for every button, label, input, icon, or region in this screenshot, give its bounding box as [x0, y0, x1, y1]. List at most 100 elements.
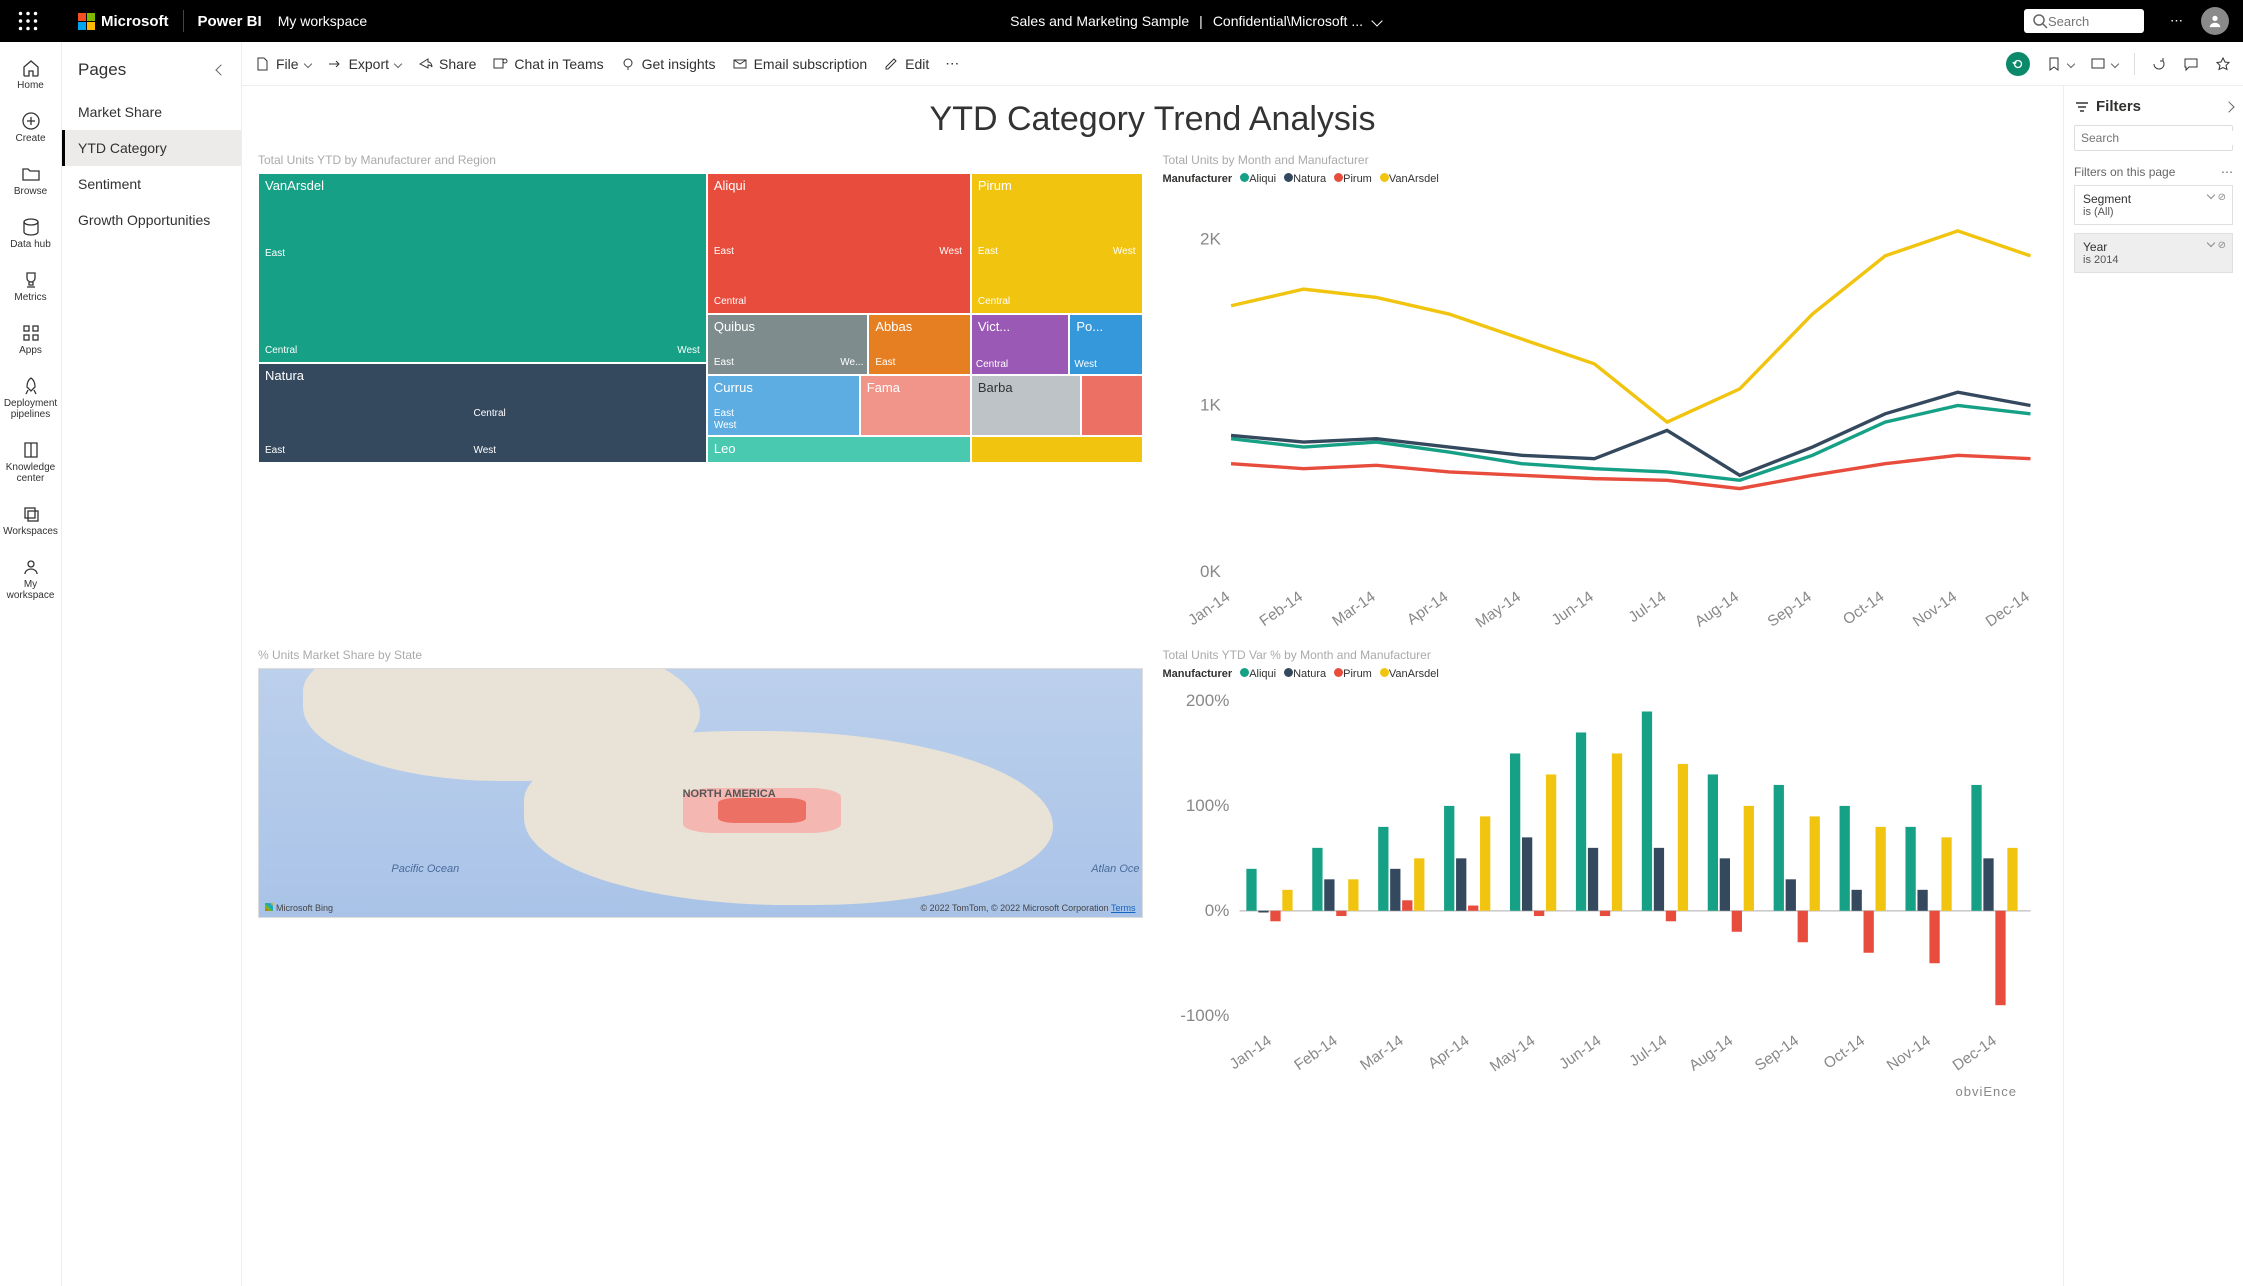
- pages-header: Pages: [78, 60, 126, 80]
- view-icon: [2090, 56, 2106, 72]
- user-avatar[interactable]: [2201, 7, 2229, 35]
- collapse-filters-icon[interactable]: [2223, 101, 2234, 112]
- svg-text:Feb-14: Feb-14: [1291, 1032, 1341, 1074]
- title-separator: |: [1199, 13, 1203, 29]
- nav-myworkspace[interactable]: My workspace: [0, 551, 61, 607]
- book-icon: [21, 440, 41, 460]
- workspace-breadcrumb[interactable]: My workspace: [278, 13, 367, 29]
- map-visual[interactable]: NORTH AMERICA Pacific Ocean Atlan Oce Mi…: [258, 668, 1143, 918]
- filter-search[interactable]: [2074, 125, 2233, 151]
- nav-home[interactable]: Home: [0, 52, 61, 97]
- email-button[interactable]: Email subscription: [732, 56, 868, 72]
- page-tab-growth-opportunities[interactable]: Growth Opportunities: [62, 202, 241, 238]
- nav-workspaces[interactable]: Workspaces: [0, 498, 61, 543]
- legend-item-pirum[interactable]: Pirum: [1334, 668, 1372, 680]
- share-button[interactable]: Share: [417, 56, 476, 72]
- bar-chart-visual[interactable]: -100%0%100%200%Jan-14Feb-14Mar-14Apr-14M…: [1163, 684, 2048, 1075]
- chevron-down-icon[interactable]: [1371, 15, 1382, 26]
- top-bar: Microsoft Power BI My workspace Sales an…: [0, 0, 2243, 42]
- svg-text:Jan-14: Jan-14: [1185, 588, 1233, 629]
- chevron-down-icon: [394, 59, 402, 67]
- legend-item-natura[interactable]: Natura: [1284, 173, 1326, 185]
- app-launcher-icon[interactable]: [18, 11, 38, 31]
- export-menu[interactable]: Export: [327, 56, 401, 72]
- report-attribution: obviEnce: [258, 1078, 2047, 1105]
- filter-icon: [2074, 99, 2090, 115]
- svg-text:Feb-14: Feb-14: [1256, 588, 1306, 630]
- refresh-icon: [2151, 56, 2167, 72]
- global-search[interactable]: [2024, 9, 2144, 33]
- sensitivity-label[interactable]: Confidential\Microsoft ...: [1213, 13, 1363, 29]
- legend-item-natura[interactable]: Natura: [1284, 668, 1326, 680]
- legend-item-vanarsdel[interactable]: VanArsdel: [1380, 668, 1439, 680]
- share-icon: [417, 56, 433, 72]
- person-icon: [2208, 14, 2222, 28]
- svg-text:Nov-14: Nov-14: [1909, 588, 1960, 630]
- rocket-icon: [21, 376, 41, 396]
- nav-learn[interactable]: Knowledge center: [0, 434, 61, 490]
- chevron-down-icon: [2111, 59, 2119, 67]
- comment-button[interactable]: [2183, 56, 2199, 72]
- more-toolbar-icon[interactable]: ⋯: [945, 55, 959, 72]
- edit-button[interactable]: Edit: [883, 56, 929, 72]
- bar-legend: ManufacturerAliquiNaturaPirumVanArsdel: [1163, 668, 2048, 680]
- comment-icon: [2183, 56, 2199, 72]
- left-nav: Home Create Browse Data hub Metrics Apps…: [0, 42, 62, 1286]
- filter-search-input[interactable]: [2081, 131, 2236, 145]
- page-tab-market-share[interactable]: Market Share: [62, 94, 241, 130]
- svg-text:Sep-14: Sep-14: [1751, 1032, 1802, 1075]
- nav-deployment[interactable]: Deployment pipelines: [0, 370, 61, 426]
- svg-text:May-14: May-14: [1486, 1032, 1538, 1075]
- nav-apps[interactable]: Apps: [0, 317, 61, 362]
- svg-text:Oct-14: Oct-14: [1840, 588, 1888, 629]
- nav-create[interactable]: Create: [0, 105, 61, 150]
- legend-item-aliqui[interactable]: Aliqui: [1240, 173, 1276, 185]
- search-input[interactable]: [2048, 14, 2128, 29]
- collapse-pages-icon[interactable]: [215, 64, 226, 75]
- nav-browse[interactable]: Browse: [0, 158, 61, 203]
- legend-item-aliqui[interactable]: Aliqui: [1240, 668, 1276, 680]
- svg-text:Oct-14: Oct-14: [1820, 1032, 1868, 1073]
- page-tab-sentiment[interactable]: Sentiment: [62, 166, 241, 202]
- svg-text:Dec-14: Dec-14: [1949, 1032, 2000, 1074]
- svg-text:Jun-14: Jun-14: [1556, 1032, 1604, 1073]
- svg-text:Jun-14: Jun-14: [1548, 588, 1596, 629]
- filters-pane: Filters Filters on this page⋯ Segmentis …: [2063, 86, 2243, 1286]
- more-options-icon[interactable]: ⋯: [2170, 13, 2183, 29]
- legend-item-vanarsdel[interactable]: VanArsdel: [1380, 173, 1439, 185]
- map-attribution-bing: Microsoft Bing: [276, 903, 333, 913]
- map-terms-link[interactable]: Terms: [1111, 903, 1136, 913]
- bookmark-button[interactable]: [2046, 56, 2074, 72]
- folder-icon: [21, 164, 41, 184]
- svg-text:Jan-14: Jan-14: [1226, 1032, 1274, 1073]
- map-ocean-label: Pacific Ocean: [391, 863, 459, 875]
- file-menu[interactable]: File: [254, 56, 311, 72]
- filter-card-year[interactable]: Yearis 2014 ⊘: [2074, 233, 2233, 273]
- treemap-visual[interactable]: VanArsdel East Central West Natura East …: [258, 173, 1143, 463]
- line-chart-visual[interactable]: 0K1K2KJan-14Feb-14Mar-14Apr-14May-14Jun-…: [1163, 189, 2048, 631]
- nav-metrics[interactable]: Metrics: [0, 264, 61, 309]
- svg-text:Sep-14: Sep-14: [1764, 588, 1815, 631]
- star-icon: [2215, 56, 2231, 72]
- filters-section-more-icon[interactable]: ⋯: [2221, 165, 2233, 179]
- report-title[interactable]: Sales and Marketing Sample: [1010, 13, 1189, 29]
- export-icon: [327, 56, 343, 72]
- svg-text:-100%: -100%: [1180, 1006, 1229, 1025]
- chat-teams-button[interactable]: Chat in Teams: [492, 56, 603, 72]
- line-legend: ManufacturerAliquiNaturaPirumVanArsdel: [1163, 173, 2048, 185]
- favorite-button[interactable]: [2215, 56, 2231, 72]
- svg-text:Nov-14: Nov-14: [1883, 1032, 1934, 1074]
- filter-card-segment[interactable]: Segmentis (All) ⊘: [2074, 185, 2233, 225]
- legend-item-pirum[interactable]: Pirum: [1334, 173, 1372, 185]
- reset-button[interactable]: [2006, 52, 2030, 76]
- product-label[interactable]: Power BI: [198, 13, 262, 30]
- svg-text:Mar-14: Mar-14: [1329, 588, 1379, 630]
- view-button[interactable]: [2090, 56, 2118, 72]
- svg-text:May-14: May-14: [1472, 588, 1524, 631]
- svg-text:Dec-14: Dec-14: [1982, 588, 2033, 630]
- insights-button[interactable]: Get insights: [620, 56, 716, 72]
- nav-datahub[interactable]: Data hub: [0, 211, 61, 256]
- page-tab-ytd-category[interactable]: YTD Category: [62, 130, 241, 166]
- refresh-button[interactable]: [2151, 56, 2167, 72]
- svg-text:Jul-14: Jul-14: [1625, 588, 1669, 626]
